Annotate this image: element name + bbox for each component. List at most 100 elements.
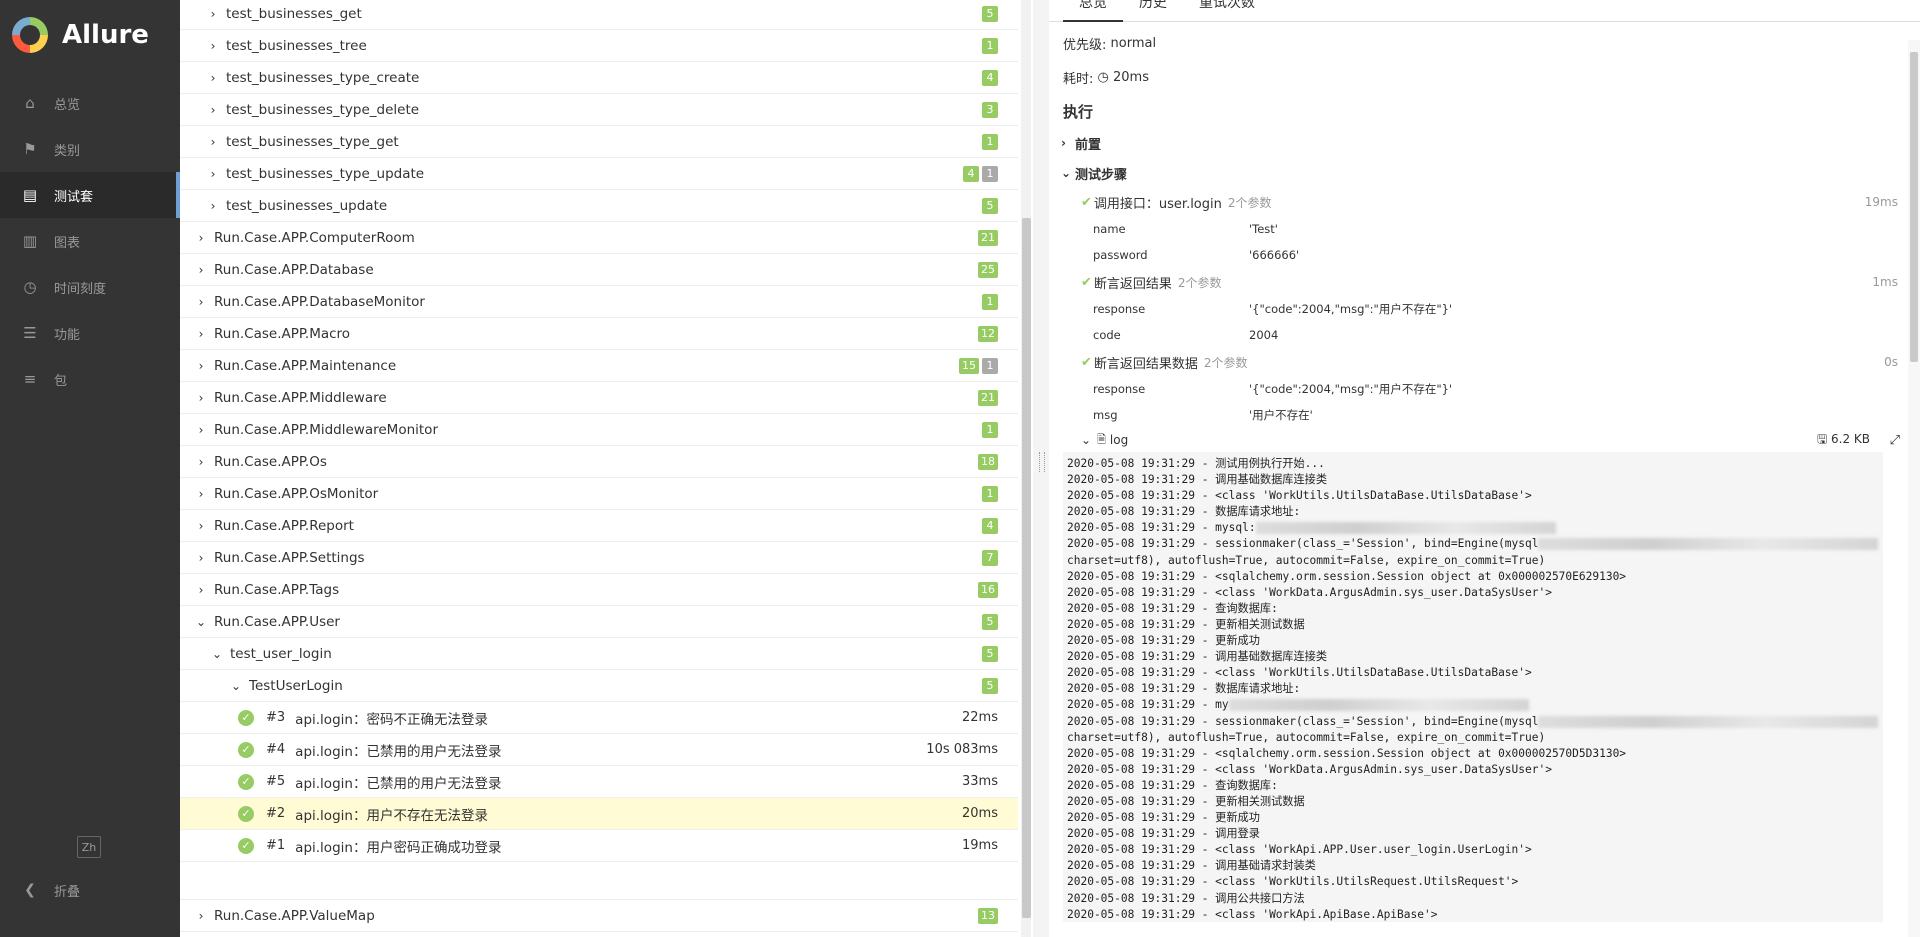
nav-item-1[interactable]: ⚑ 类别 xyxy=(0,126,180,172)
language-toggle-button[interactable]: Zh xyxy=(77,836,101,858)
tree-node[interactable]: › Run.Case.APP.Maintenance 15 1 xyxy=(180,350,1018,382)
nav-item-6[interactable]: ≡ 包 xyxy=(0,356,180,402)
expand-icon[interactable]: ⤢ xyxy=(1890,433,1900,448)
passed-count-badge: 12 xyxy=(978,325,998,342)
test-name: api.login：用户密码正确成功登录 xyxy=(295,839,502,856)
log-attachment-header[interactable]: ⌄ 🗎 log 🖫 6.2 KB ⤢ xyxy=(1049,428,1920,452)
test-step[interactable]: ✔ 断言返回结果数据 2个参数 0s xyxy=(1049,348,1920,376)
tree-node-label: Run.Case.APP.Report xyxy=(214,517,354,534)
chevron-right-icon: › xyxy=(198,518,204,533)
nav-item-2[interactable]: ▤ 测试套 xyxy=(0,172,180,218)
log-line-text: 2020-05-08 19:31:29 - <sqlalchemy.orm.se… xyxy=(1067,746,1627,760)
test-case-row[interactable]: ✓ #2 api.login：用户不存在无法登录 20ms xyxy=(180,798,1018,830)
step-name: 断言返回结果数据 xyxy=(1093,356,1198,372)
tree-node[interactable]: › Run.Case.APP.DatabaseMonitor 1 xyxy=(180,286,1018,318)
passed-count-badge: 1 xyxy=(982,293,998,310)
log-line: 2020-05-08 19:31:29 - 查询数据库: xyxy=(1067,601,1879,617)
test-step[interactable]: ✔ 断言返回结果 2个参数 1ms xyxy=(1049,268,1920,296)
tree-node[interactable]: › Run.Case.APP.ValueMap 13 xyxy=(180,900,1018,932)
step-duration: 1ms xyxy=(1872,275,1898,289)
passed-count-badge: 5 xyxy=(982,677,998,694)
tab-1[interactable]: 历史 xyxy=(1123,0,1183,22)
detail-scrollbar-thumb[interactable] xyxy=(1910,52,1918,362)
param-value: '666666' xyxy=(1249,248,1300,262)
status-counts: 21 xyxy=(978,389,998,406)
tree-scrollbar[interactable] xyxy=(1021,0,1031,937)
list-icon: ☰ xyxy=(23,324,37,342)
tree-node[interactable]: › Run.Case.APP.Tags 16 xyxy=(180,574,1018,606)
test-case-row[interactable]: ✓ #1 api.login：用户密码正确成功登录 19ms xyxy=(180,830,1018,862)
setup-toggle[interactable]: › 前置 xyxy=(1049,128,1920,158)
log-line-text: 2020-05-08 19:31:29 - 调用公共接口方法 xyxy=(1067,891,1305,905)
chevron-right-icon: › xyxy=(198,582,204,597)
test-steps-toggle[interactable]: ⌄ 测试步骤 xyxy=(1049,158,1920,188)
save-icon[interactable]: 🖫 xyxy=(1817,432,1827,446)
passed-count-badge: 4 xyxy=(982,69,998,86)
tree-node[interactable]: › Run.Case.APP.ComputerRoom 21 xyxy=(180,222,1018,254)
tree-node[interactable]: › Run.Case.APP.Database 25 xyxy=(180,254,1018,286)
test-duration: 20ms xyxy=(962,806,998,821)
brand[interactable]: Allure xyxy=(0,0,180,70)
tree-node[interactable]: › Run.Case.APP.Macro 12 xyxy=(180,318,1018,350)
nav-item-label: 时间刻度 xyxy=(54,281,107,297)
test-duration: 33ms xyxy=(962,774,998,789)
status-counts: 21 xyxy=(978,229,998,246)
nav-item-5[interactable]: ☰ 功能 xyxy=(0,310,180,356)
status-counts: 25 xyxy=(978,261,998,278)
pane-splitter[interactable] xyxy=(1033,0,1049,937)
log-line: 2020-05-08 19:31:29 - my xyxy=(1067,697,1879,713)
tab-0[interactable]: 总览 xyxy=(1063,0,1123,22)
tree-scrollbar-thumb[interactable] xyxy=(1022,218,1031,918)
log-line: 2020-05-08 19:31:29 - <class 'WorkUtils.… xyxy=(1067,874,1879,890)
test-case-row[interactable]: ✓ #5 api.login：已禁用的用户无法登录 33ms xyxy=(180,766,1018,798)
test-number: #4 xyxy=(266,742,286,757)
status-counts: 1 xyxy=(982,421,998,438)
nav-item-4[interactable]: ◷ 时间刻度 xyxy=(0,264,180,310)
test-case-row[interactable]: ✓ #3 api.login：密码不正确无法登录 22ms xyxy=(180,702,1018,734)
tab-2[interactable]: 重试次数 xyxy=(1183,0,1271,22)
tree-node[interactable]: ⌄ test_user_login 5 xyxy=(180,638,1018,670)
nav-item-0[interactable]: ⌂ 总览 xyxy=(0,80,180,126)
tree-node[interactable]: ⌄ TestUserLogin 5 xyxy=(180,670,1018,702)
log-line-text: 2020-05-08 19:31:29 - <class 'WorkData.A… xyxy=(1067,762,1552,776)
tree-node[interactable]: › Run.Case.APP.Middleware 21 xyxy=(180,382,1018,414)
chevron-right-icon: › xyxy=(198,486,204,501)
test-step[interactable]: ✔ 调用接口：user.login 2个参数 19ms xyxy=(1049,188,1920,216)
status-counts: 7 xyxy=(982,549,998,566)
collapse-button[interactable]: ❮ 折叠 xyxy=(0,870,180,910)
tree-node[interactable]: › Run.Case.APP.OsMonitor 1 xyxy=(180,478,1018,510)
test-case-row[interactable]: ✓ #4 api.login：已禁用的用户无法登录 10s 083ms xyxy=(180,734,1018,766)
status-counts: 5 xyxy=(982,645,998,662)
tree-node[interactable]: › Run.Case.APP.MiddlewareMonitor 1 xyxy=(180,414,1018,446)
detail-scrollbar[interactable] xyxy=(1908,40,1920,937)
chevron-right-icon: › xyxy=(198,390,204,405)
log-line: 2020-05-08 19:31:29 - 查询数据库: xyxy=(1067,778,1879,794)
tree-node[interactable]: › Run.Case.APP.Os 18 xyxy=(180,446,1018,478)
chevron-down-icon: ⌄ xyxy=(195,614,207,629)
log-line: 2020-05-08 19:31:29 - 更新相关测试数据 xyxy=(1067,794,1879,810)
step-duration: 0s xyxy=(1884,355,1898,369)
tree-node[interactable]: ⌄ Run.Case.APP.User 5 xyxy=(180,606,1018,638)
status-counts: 4 xyxy=(982,517,998,534)
chevron-right-icon: › xyxy=(198,908,204,923)
tree-node[interactable]: › Run.Case.APP.Report 4 xyxy=(180,510,1018,542)
tree-node[interactable]: › test_businesses_tree 1 xyxy=(180,30,1018,62)
nav-item-3[interactable]: ▥ 图表 xyxy=(0,218,180,264)
tree-node-label: test_user_login xyxy=(230,645,332,662)
log-line: 2020-05-08 19:31:29 - 调用公共接口方法 xyxy=(1067,891,1879,907)
tree-node[interactable]: › test_businesses_type_update 4 1 xyxy=(180,158,1018,190)
param-row: response '{"code":2004,"msg":"用户不存在"}' xyxy=(1049,296,1920,322)
tree-node[interactable]: › test_businesses_get 5 xyxy=(180,0,1018,30)
tree-node[interactable]: › test_businesses_type_get 1 xyxy=(180,126,1018,158)
tree-node[interactable]: › test_businesses_type_create 4 xyxy=(180,62,1018,94)
tree-node-label: Run.Case.APP.Tags xyxy=(214,581,340,598)
tree-node[interactable]: › Run.Case.APP.Settings 7 xyxy=(180,542,1018,574)
param-row: password '666666' xyxy=(1049,242,1920,268)
log-line-text: 2020-05-08 19:31:29 - 更新相关测试数据 xyxy=(1067,617,1305,631)
align-left-icon: ≡ xyxy=(23,370,37,388)
log-line: 2020-05-08 19:31:29 - 调用基础数据库连接类 xyxy=(1067,649,1879,665)
tree-node[interactable]: › test_businesses_type_delete 3 xyxy=(180,94,1018,126)
nav-item-label: 包 xyxy=(54,373,68,389)
tree-node[interactable]: › test_businesses_update 5 xyxy=(180,190,1018,222)
log-line: 2020-05-08 19:31:29 - sessionmaker(class… xyxy=(1067,714,1879,730)
